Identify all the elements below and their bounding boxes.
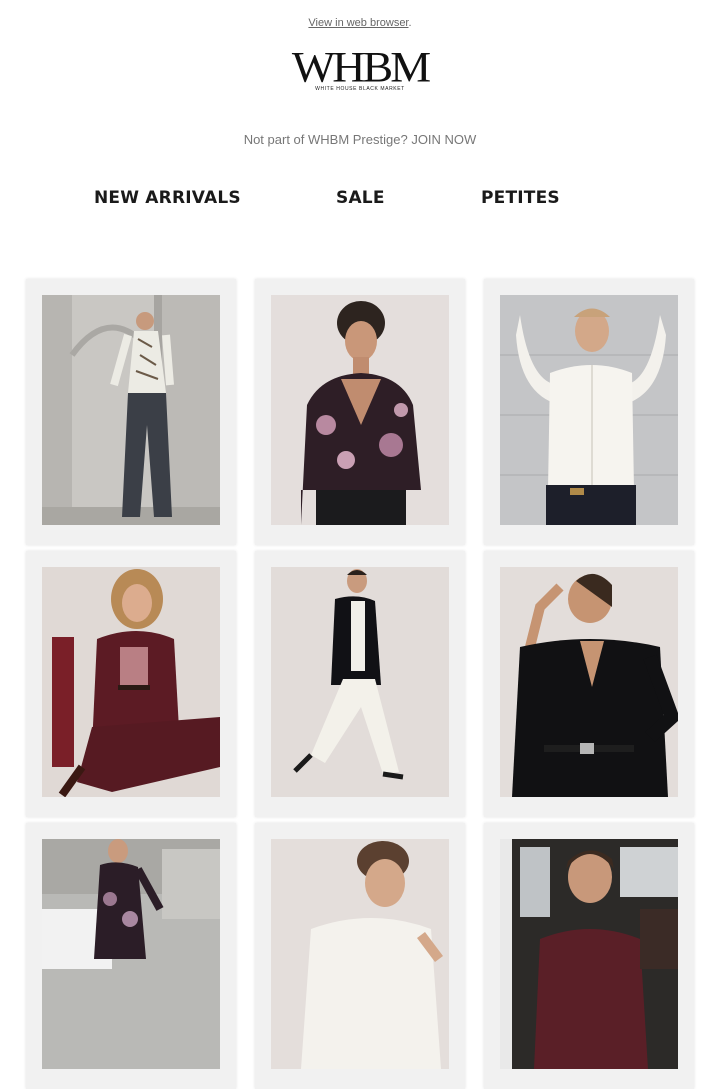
join-prefix-text: Not part of WHBM Prestige? bbox=[243, 132, 408, 147]
product-photo-2[interactable] bbox=[271, 295, 449, 525]
product-card-4[interactable] bbox=[26, 551, 236, 817]
product-card-2[interactable] bbox=[255, 279, 465, 545]
product-card-5[interactable] bbox=[255, 551, 465, 817]
product-card-9[interactable] bbox=[484, 823, 694, 1089]
product-photo-7[interactable] bbox=[42, 839, 220, 1069]
product-card-7[interactable] bbox=[26, 823, 236, 1089]
view-in-browser-period: . bbox=[408, 17, 412, 29]
logo-wordmark: WHBM bbox=[291, 42, 431, 91]
product-photo-3[interactable] bbox=[500, 295, 678, 525]
product-card-8[interactable] bbox=[255, 823, 465, 1089]
view-in-browser-row: View in web browser. bbox=[0, 17, 720, 29]
brand-logo[interactable]: WHBM WHITE HOUSE BLACK MARKET bbox=[0, 44, 720, 92]
product-photo-6[interactable] bbox=[500, 567, 678, 797]
join-now-link[interactable]: JOIN NOW bbox=[411, 132, 476, 147]
nav-sale[interactable]: SALE bbox=[336, 188, 385, 208]
product-card-6[interactable] bbox=[484, 551, 694, 817]
category-nav: NEW ARRIVALS SALE PETITES bbox=[0, 188, 720, 214]
product-card-1[interactable] bbox=[26, 279, 236, 545]
view-in-browser-link[interactable]: View in web browser bbox=[308, 17, 408, 29]
product-card-3[interactable] bbox=[484, 279, 694, 545]
product-photo-8[interactable] bbox=[271, 839, 449, 1069]
product-photo-1[interactable] bbox=[42, 295, 220, 525]
product-photo-4[interactable] bbox=[42, 567, 220, 797]
nav-petites[interactable]: PETITES bbox=[481, 188, 560, 208]
prestige-join-row: Not part of WHBM Prestige? JOIN NOW bbox=[0, 132, 720, 147]
nav-new-arrivals[interactable]: NEW ARRIVALS bbox=[94, 188, 241, 208]
product-photo-5[interactable] bbox=[271, 567, 449, 797]
product-photo-9[interactable] bbox=[500, 839, 678, 1069]
